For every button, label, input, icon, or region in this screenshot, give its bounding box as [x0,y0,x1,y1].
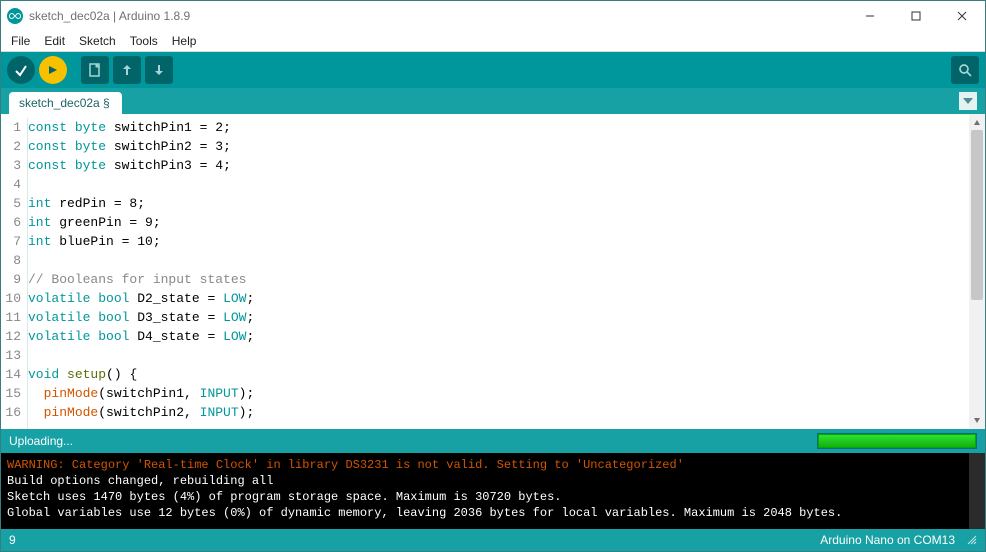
scroll-down-icon[interactable] [970,413,984,427]
line-number: 16 [1,403,21,422]
code-line[interactable]: // Booleans for input states [28,270,969,289]
code-area[interactable]: const byte switchPin1 = 2;const byte swi… [28,118,969,429]
line-number: 3 [1,156,21,175]
new-sketch-button[interactable] [81,56,109,84]
code-line[interactable]: volatile bool D3_state = LOW; [28,308,969,327]
verify-button[interactable] [7,56,35,84]
maximize-button[interactable] [893,1,939,31]
app-window: sketch_dec02a | Arduino 1.8.9 File Edit … [0,0,986,552]
status-strip: Uploading... [1,429,985,453]
upload-progress-bar [817,433,977,449]
line-number: 14 [1,365,21,384]
editor-vertical-scrollbar[interactable] [969,114,985,429]
cursor-line-indicator: 9 [9,533,16,547]
close-button[interactable] [939,1,985,31]
window-title: sketch_dec02a | Arduino 1.8.9 [29,9,847,23]
code-line[interactable]: int greenPin = 9; [28,213,969,232]
upload-progress-fill [818,434,976,448]
menu-edit[interactable]: Edit [38,32,71,50]
code-line[interactable]: const byte switchPin1 = 2; [28,118,969,137]
code-line[interactable] [28,175,969,194]
line-number: 7 [1,232,21,251]
line-number: 4 [1,175,21,194]
console-line: WARNING: Category 'Real-time Clock' in l… [7,457,979,473]
code-line[interactable]: volatile bool D4_state = LOW; [28,327,969,346]
window-buttons [847,1,985,31]
board-port-indicator: Arduino Nano on COM13 [820,533,955,547]
line-number: 11 [1,308,21,327]
menu-bar: File Edit Sketch Tools Help [1,31,985,52]
code-editor[interactable]: 12345678910111213141516 const byte switc… [1,114,985,429]
console-line: Sketch uses 1470 bytes (4%) of program s… [7,489,979,505]
console-scrollbar[interactable] [969,453,985,529]
menu-tools[interactable]: Tools [124,32,164,50]
tab-menu-button[interactable] [959,92,977,110]
upload-status-text: Uploading... [9,434,809,448]
line-number: 1 [1,118,21,137]
line-number: 15 [1,384,21,403]
console-line: Global variables use 12 bytes (0%) of dy… [7,505,979,521]
line-number: 5 [1,194,21,213]
toolbar [1,52,985,88]
code-line[interactable] [28,251,969,270]
scroll-up-icon[interactable] [970,116,984,130]
code-line[interactable]: int bluePin = 10; [28,232,969,251]
minimize-button[interactable] [847,1,893,31]
code-line[interactable]: pinMode(switchPin1, INPUT); [28,384,969,403]
menu-help[interactable]: Help [166,32,203,50]
line-number: 10 [1,289,21,308]
code-line[interactable]: volatile bool D2_state = LOW; [28,289,969,308]
scroll-thumb[interactable] [971,130,983,300]
code-line[interactable]: const byte switchPin3 = 4; [28,156,969,175]
serial-monitor-button[interactable] [951,56,979,84]
arduino-app-icon [7,8,23,24]
line-number: 9 [1,270,21,289]
code-line[interactable]: void setup() { [28,365,969,384]
line-number: 6 [1,213,21,232]
line-gutter: 12345678910111213141516 [1,118,25,429]
scroll-track[interactable] [970,130,984,413]
build-console[interactable]: WARNING: Category 'Real-time Clock' in l… [1,453,985,529]
console-line: Build options changed, rebuilding all [7,473,979,489]
menu-sketch[interactable]: Sketch [73,32,122,50]
code-line[interactable]: const byte switchPin2 = 3; [28,137,969,156]
bottom-status-bar: 9 Arduino Nano on COM13 [1,529,985,551]
save-sketch-button[interactable] [145,56,173,84]
sketch-tab[interactable]: sketch_dec02a § [9,92,122,114]
sketch-tab-label: sketch_dec02a § [19,96,110,110]
code-line[interactable]: pinMode(switchPin2, INPUT); [28,403,969,422]
line-number: 12 [1,327,21,346]
open-sketch-button[interactable] [113,56,141,84]
code-line[interactable]: int redPin = 8; [28,194,969,213]
line-number: 8 [1,251,21,270]
resize-grip-icon[interactable] [965,533,977,548]
titlebar: sketch_dec02a | Arduino 1.8.9 [1,1,985,31]
line-number: 13 [1,346,21,365]
line-number: 2 [1,137,21,156]
upload-button[interactable] [39,56,67,84]
code-line[interactable] [28,346,969,365]
tab-bar: sketch_dec02a § [1,88,985,114]
menu-file[interactable]: File [5,32,36,50]
